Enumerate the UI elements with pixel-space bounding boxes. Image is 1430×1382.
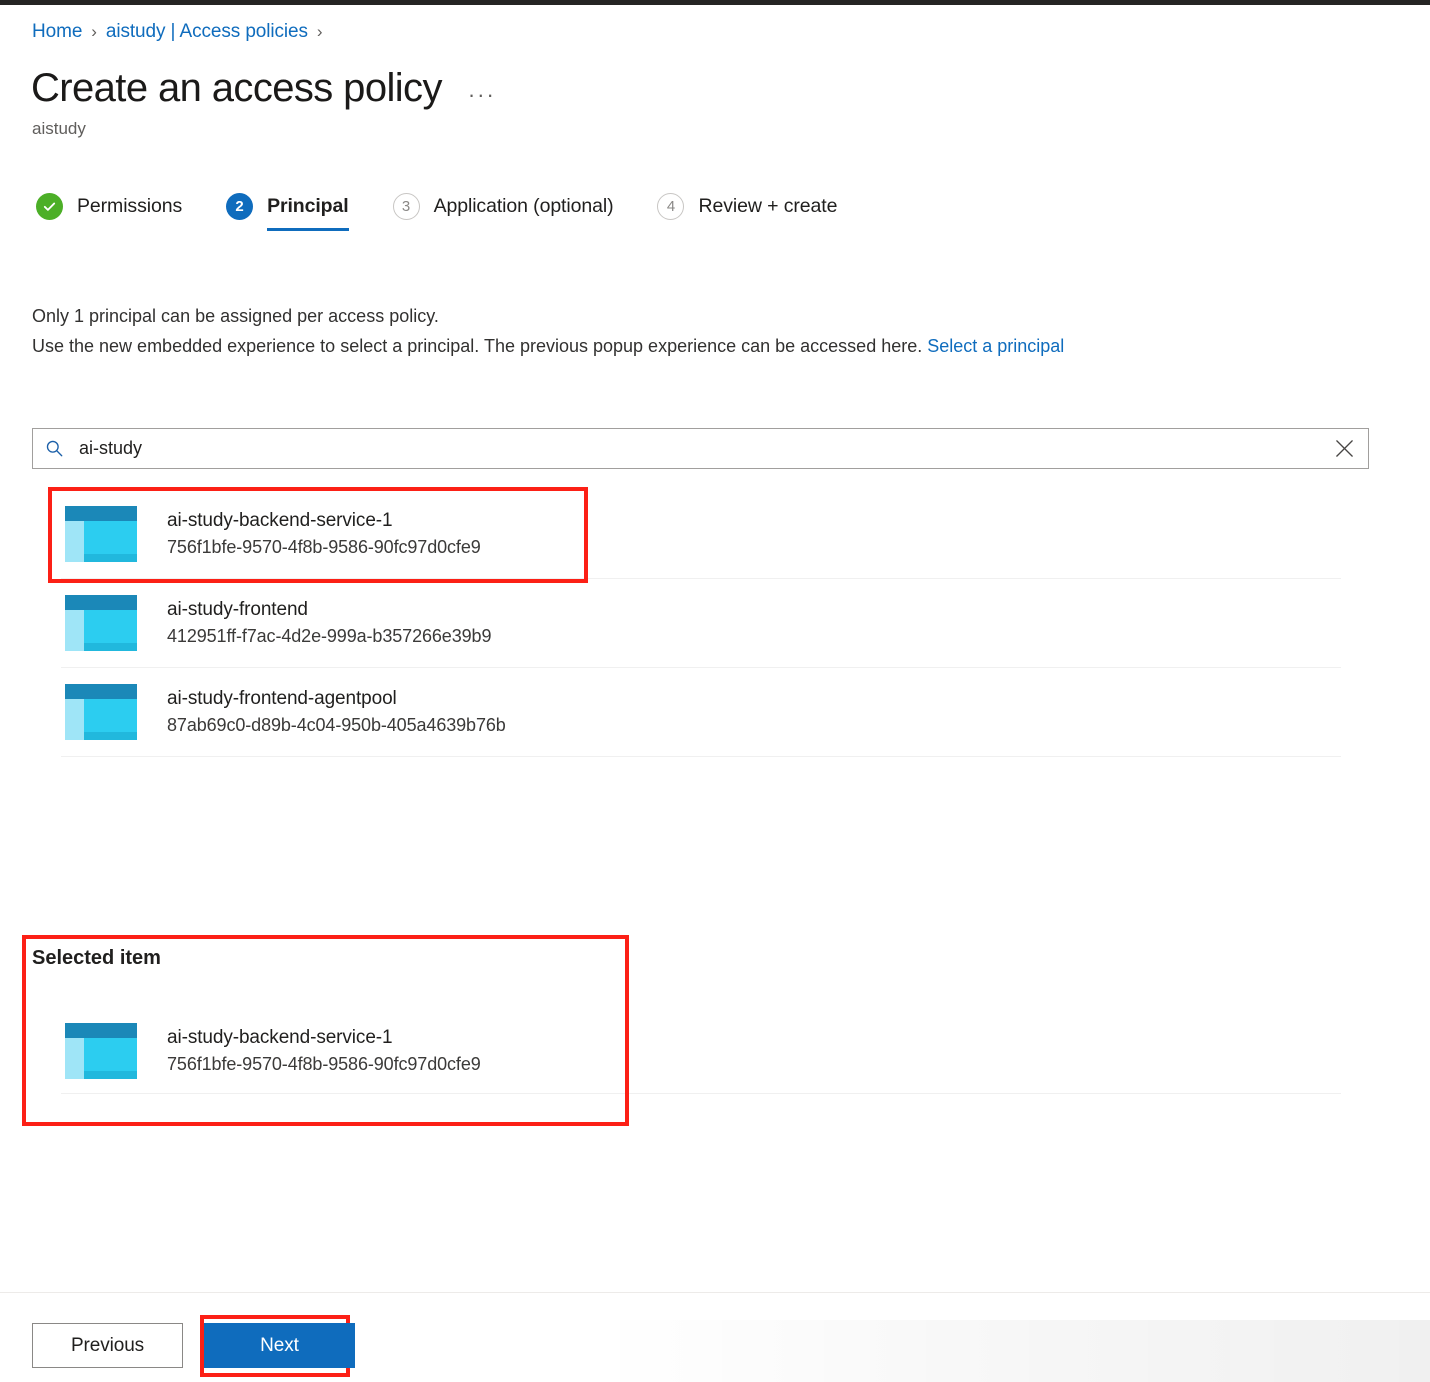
tab-application-label: Application (optional) bbox=[433, 195, 614, 217]
breadcrumb-item-home[interactable]: Home bbox=[32, 21, 82, 42]
list-item[interactable]: ai-study-frontend-agentpool 87ab69c0-d89… bbox=[61, 668, 1341, 757]
list-item-name: ai-study-frontend bbox=[167, 599, 308, 620]
list-item-name: ai-study-backend-service-1 bbox=[167, 510, 393, 531]
list-item-name: ai-study-backend-service-1 bbox=[167, 1026, 393, 1048]
wizard-tabs: Permissions 2 Principal 3 Application (o… bbox=[36, 187, 881, 237]
list-item-name: ai-study-frontend-agentpool bbox=[167, 688, 397, 709]
tab-application[interactable]: 3 Application (optional) bbox=[392, 187, 614, 225]
instructions-line-2-text: Use the new embedded experience to selec… bbox=[32, 336, 928, 356]
step-number-badge: 2 bbox=[226, 192, 254, 220]
list-item[interactable]: ai-study-frontend 412951ff-f7ac-4d2e-999… bbox=[61, 579, 1341, 668]
select-a-principal-link[interactable]: Select a principal bbox=[927, 336, 1064, 356]
app-registration-icon bbox=[65, 684, 137, 740]
next-button[interactable]: Next bbox=[204, 1323, 355, 1368]
corner-shadow bbox=[594, 1320, 1430, 1382]
instructions-line-2: Use the new embedded experience to selec… bbox=[32, 331, 1064, 361]
selected-item-panel: Selected item ai-study-backend-service-1… bbox=[32, 945, 1341, 1094]
instructions-line-1: Only 1 principal can be assigned per acc… bbox=[32, 306, 439, 326]
tab-principal[interactable]: 2 Principal bbox=[226, 187, 349, 231]
list-item-text: ai-study-frontend 412951ff-f7ac-4d2e-999… bbox=[167, 596, 491, 650]
list-item-text: ai-study-frontend-agentpool 87ab69c0-d89… bbox=[167, 685, 506, 739]
check-circle-icon bbox=[36, 192, 63, 220]
footer-divider bbox=[0, 1292, 1430, 1293]
list-item-id: 756f1bfe-9570-4f8b-9586-90fc97d0cfe9 bbox=[167, 537, 481, 557]
breadcrumb-separator-2: › bbox=[316, 22, 323, 41]
app-registration-icon bbox=[65, 595, 137, 651]
tab-principal-label: Principal bbox=[267, 195, 349, 217]
search-icon bbox=[33, 439, 75, 458]
selected-item-heading: Selected item bbox=[32, 947, 161, 969]
list-item-id: 412951ff-f7ac-4d2e-999a-b357266e39b9 bbox=[167, 626, 492, 646]
tab-permissions[interactable]: Permissions bbox=[36, 187, 182, 225]
app-registration-icon bbox=[65, 506, 137, 562]
close-icon[interactable] bbox=[1320, 438, 1368, 459]
principal-search-box[interactable] bbox=[32, 428, 1369, 469]
search-results-list: ai-study-backend-service-1 756f1bfe-9570… bbox=[61, 490, 1341, 757]
selected-item-list: ai-study-backend-service-1 756f1bfe-9570… bbox=[32, 1008, 1341, 1094]
breadcrumb-item-access-policies[interactable]: aistudy | Access policies bbox=[106, 21, 308, 42]
list-item: ai-study-backend-service-1 756f1bfe-9570… bbox=[61, 1008, 1341, 1094]
list-item-id: 87ab69c0-d89b-4c04-950b-405a4639b76b bbox=[167, 715, 506, 735]
tab-principal-underline bbox=[267, 228, 349, 231]
portal-blade: Home › aistudy | Access policies › Create a… bbox=[0, 5, 1430, 1382]
step-number-badge: 4 bbox=[657, 192, 685, 220]
tab-review-create[interactable]: 4 Review + create bbox=[657, 187, 837, 225]
search-input[interactable] bbox=[75, 438, 1320, 459]
list-item[interactable]: ai-study-backend-service-1 756f1bfe-9570… bbox=[61, 490, 1341, 579]
app-registration-icon bbox=[65, 1022, 137, 1079]
step-number-badge: 3 bbox=[392, 192, 420, 220]
breadcrumb-separator-1: › bbox=[91, 22, 97, 41]
page-header: Create an access policy ··· bbox=[31, 63, 496, 113]
more-options-icon[interactable]: ··· bbox=[468, 84, 496, 106]
page-title: Create an access policy bbox=[31, 66, 442, 110]
list-item-id: 756f1bfe-9570-4f8b-9586-90fc97d0cfe9 bbox=[167, 1053, 481, 1074]
previous-button[interactable]: Previous bbox=[32, 1323, 183, 1368]
wizard-footer: Previous Next bbox=[32, 1323, 355, 1368]
tab-permissions-label: Permissions bbox=[77, 195, 183, 217]
page-subtitle: aistudy bbox=[32, 119, 86, 138]
tab-review-create-label: Review + create bbox=[698, 195, 838, 217]
instructions: Only 1 principal can be assigned per acc… bbox=[32, 301, 1064, 361]
list-item-text: ai-study-backend-service-1 756f1bfe-9570… bbox=[167, 1024, 481, 1078]
breadcrumb: Home › aistudy | Access policies › bbox=[32, 20, 331, 44]
list-item-text: ai-study-backend-service-1 756f1bfe-9570… bbox=[167, 507, 481, 561]
